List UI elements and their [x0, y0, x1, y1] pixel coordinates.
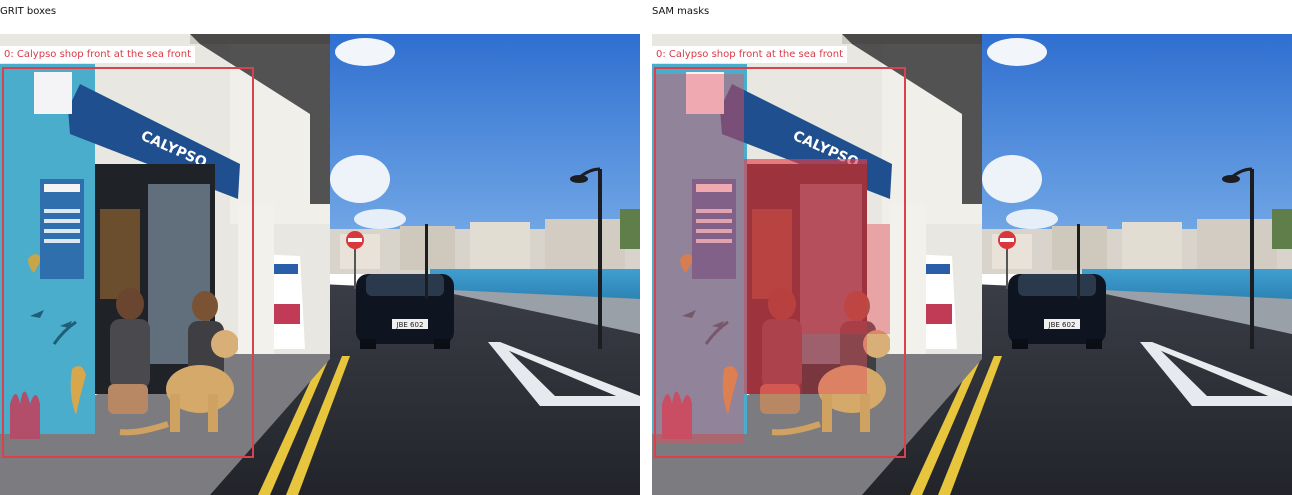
grit-boxes-panel: GRIT boxes CALYPSO JBE 602 0: Calypso sh… — [0, 0, 640, 495]
panel-title: GRIT boxes — [0, 6, 57, 17]
car-plate-text: JBE 602 — [1048, 321, 1076, 329]
detection-label: 0: Calypso shop front at the sea front — [652, 46, 848, 63]
detection-bounding-box — [2, 67, 254, 458]
sam-masks-panel: SAM masks CALYPSO JBE 602 0: Calypso sho… — [652, 0, 1292, 495]
detection-bounding-box — [654, 67, 906, 458]
car-plate-text: JBE 602 — [396, 321, 424, 329]
detection-label: 0: Calypso shop front at the sea front — [0, 46, 196, 63]
panel-title: SAM masks — [652, 6, 710, 17]
